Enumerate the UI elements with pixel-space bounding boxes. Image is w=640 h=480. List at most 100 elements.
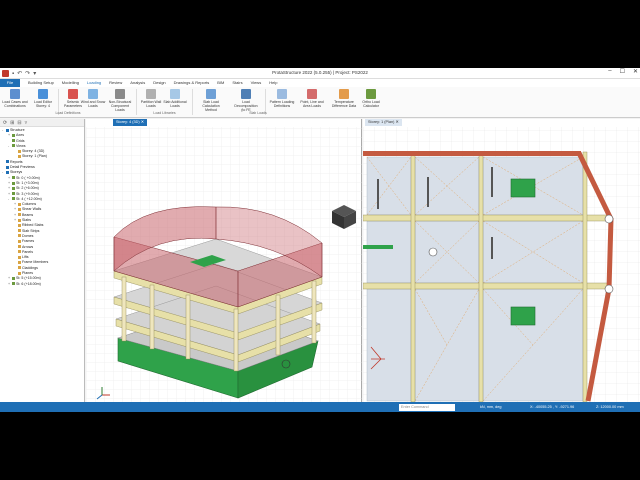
command-input[interactable]: Enter Command <box>399 403 455 411</box>
load-editor-button[interactable]: Load Editor Storey: 4 <box>29 89 57 110</box>
tree-node-label: Storey: 4 (3D) <box>22 149 45 154</box>
node-icon <box>18 208 21 211</box>
node-icon <box>18 245 21 249</box>
filter-icon[interactable]: ▿ <box>25 120 28 126</box>
point-line-icon <box>307 89 317 99</box>
node-icon <box>18 218 21 222</box>
application-window: ▪ ↶ ↷ ▾ ProtaStructure 2022 (5.0.255) | … <box>0 68 640 412</box>
component-loads-button[interactable]: Non-Structural Component Loads <box>106 89 134 112</box>
node-icon <box>12 139 15 143</box>
tab-analysis[interactable]: Analysis <box>126 79 149 87</box>
tree-node-label: Arrows <box>22 244 34 249</box>
tree-node-label: Slabs <box>22 218 31 223</box>
node-icon <box>18 271 21 275</box>
node-icon <box>18 155 21 159</box>
seismic-icon <box>68 89 78 99</box>
node-icon <box>12 197 15 201</box>
node-icon <box>18 234 21 238</box>
tree-node-label: Claddings <box>22 265 38 270</box>
node-icon <box>12 133 15 137</box>
slab-calc-method-button[interactable]: Slab Load Calculation Method <box>197 89 225 112</box>
tab-stairs[interactable]: Stairs <box>228 79 246 87</box>
node-icon <box>18 229 21 233</box>
expand-icon[interactable]: ⊞ <box>10 120 14 126</box>
calculator-icon <box>366 89 376 99</box>
tree-node-label: St: 4 ( +12.00m) <box>16 196 42 201</box>
node-icon <box>6 128 9 132</box>
partition-icon <box>146 89 156 99</box>
tree-node[interactable]: + St: 6 (+18.00m) <box>0 282 84 287</box>
node-icon <box>12 186 15 190</box>
group-slab-loads: Slab Loads <box>249 111 267 115</box>
slab-additional-button[interactable]: Slab Additional Loads <box>161 89 189 110</box>
tree-node-label: St: 3 (+9.00m) <box>16 191 39 196</box>
edge-beam-top <box>363 151 581 156</box>
tab-design[interactable]: Design <box>149 79 169 87</box>
plan-view-panel[interactable]: Storey: 1 (Plan) ✕ <box>363 119 640 402</box>
tree-node-label: Storey: 1 (Plan) <box>22 154 47 159</box>
load-editor-icon <box>38 89 48 99</box>
load-decomposition-button[interactable]: Load Decomposition (to FE <box>232 89 260 112</box>
tree-node-label: Reports <box>10 159 23 164</box>
temperature-difference-button[interactable]: Temperature Difference Data <box>330 89 358 110</box>
slab-opening-2 <box>510 306 536 326</box>
node-icon <box>6 160 9 164</box>
3d-model-canvas[interactable] <box>86 119 362 402</box>
node-icon <box>12 192 15 196</box>
close-button[interactable]: ✕ <box>633 68 638 75</box>
node-icon <box>12 282 15 286</box>
tree-node-label: Storeys <box>10 170 23 175</box>
temperature-icon <box>339 89 349 99</box>
pattern-loading-button[interactable]: Pattern Loading Definitions <box>268 89 296 110</box>
node-icon <box>18 255 21 259</box>
node-icon <box>12 181 15 185</box>
group-load-libraries: Load Libraries <box>153 111 176 115</box>
node-icon <box>12 276 15 280</box>
tree-node-label: St: 5 (+15.00m) <box>16 276 41 281</box>
tree-node-label: Slab Strips <box>22 228 40 233</box>
wind-icon <box>88 89 98 99</box>
tab-modelling[interactable]: Modelling <box>58 79 83 87</box>
tab-bim[interactable]: BIM <box>213 79 228 87</box>
tree-node-label: Planes <box>22 271 33 276</box>
tab-views[interactable]: Views <box>247 79 266 87</box>
tab-review[interactable]: Review <box>105 79 126 87</box>
plan-canvas[interactable] <box>363 119 640 402</box>
tree-node-label: Axes <box>16 133 24 138</box>
window-title: ProtaStructure 2022 (5.0.255) | Project:… <box>272 70 368 75</box>
slab-panels <box>366 156 584 402</box>
tree-node-label: Ribbed Slabs <box>22 223 44 228</box>
refresh-icon[interactable]: ⟳ <box>3 120 7 126</box>
tree-node-label: St: 2 (+6.00m) <box>16 186 39 191</box>
slab-additional-icon <box>170 89 180 99</box>
tree-node-label: Lifts <box>22 255 29 260</box>
tab-drawings-reports[interactable]: Drawings & Reports <box>170 79 214 87</box>
ortho-calculator-button[interactable]: Ortho Load Calculator <box>357 89 385 110</box>
load-cases-icon <box>10 89 20 99</box>
node-icon <box>18 149 21 153</box>
tab-help[interactable]: Help <box>265 79 281 87</box>
decomposition-icon <box>241 89 251 99</box>
3d-view-panel[interactable]: Storey: 4 (3D) ✕ <box>86 119 362 402</box>
load-cases-button[interactable]: Load Cases and Combinations <box>1 89 29 110</box>
collapse-icon[interactable]: ⊟ <box>17 120 21 126</box>
structure-tree-panel: ⟳ ⊞ ⊟ ▿ - Structure + Axes Grids - Views Storey… <box>0 119 85 402</box>
slab-calc-icon <box>206 89 216 99</box>
node-icon <box>6 165 9 169</box>
maximize-button[interactable]: ☐ <box>620 68 625 75</box>
group-load-definitions: Load Definitions <box>55 111 81 115</box>
minimize-button[interactable]: – <box>608 68 611 75</box>
structure-tree: - Structure + Axes Grids - Views Storey: 4 (3D)… <box>0 127 84 287</box>
node-icon <box>18 223 21 227</box>
point-line-area-button[interactable]: Point, Line and Area Loads <box>298 89 326 110</box>
tree-node-label: Grids <box>16 138 25 143</box>
pattern-icon <box>277 89 287 99</box>
tree-node-label: St: 6 (+18.00m) <box>16 281 41 286</box>
coordinate-readout: X: -40055.25 , Y: -9271.96 <box>530 405 575 409</box>
wind-snow-button[interactable]: Wind and Snow Loads <box>79 89 107 110</box>
tree-node-label: Domes <box>22 233 34 238</box>
tab-building-setup[interactable]: Building Setup <box>24 79 58 87</box>
tree-node-label: Frame Members <box>22 260 49 265</box>
node-icon <box>18 250 21 254</box>
file-tab[interactable]: File <box>0 79 20 87</box>
